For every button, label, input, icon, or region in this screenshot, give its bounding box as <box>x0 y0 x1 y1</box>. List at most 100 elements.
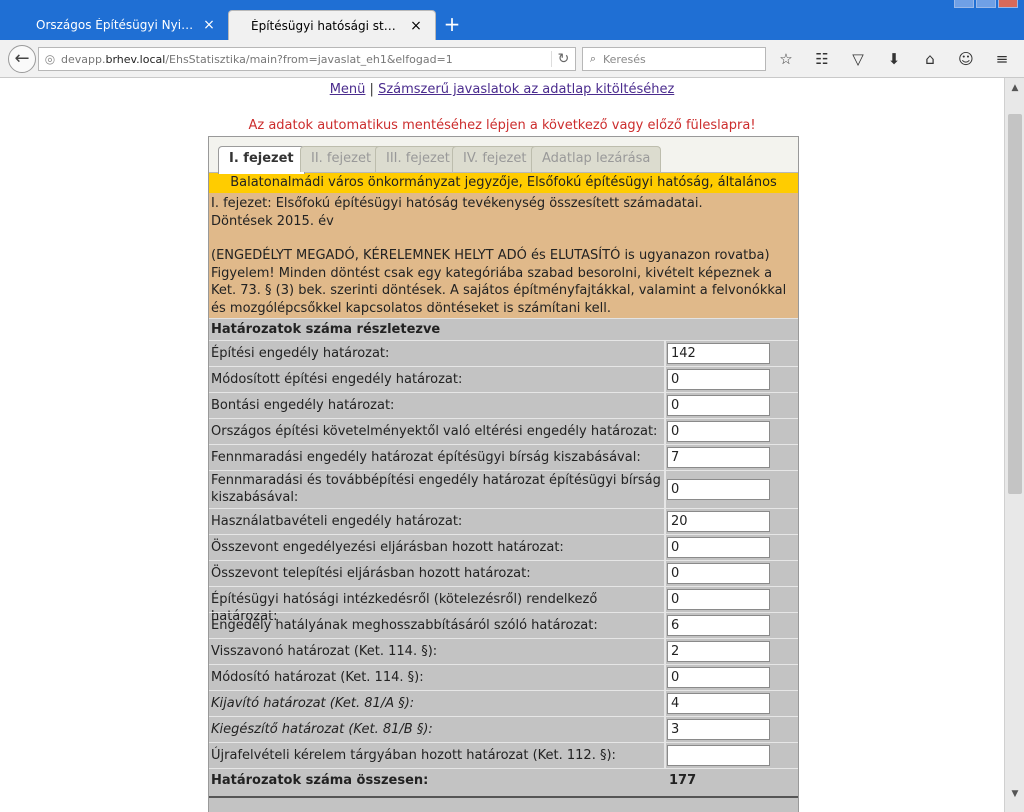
table-row: Bontási engedély határozat: <box>209 392 798 418</box>
hamburger-menu-icon[interactable]: ≡ <box>988 48 1016 70</box>
home-icon[interactable]: ⌂ <box>916 48 944 70</box>
tab-chapter-4[interactable]: IV. fejezet <box>452 146 538 172</box>
tab-chapter-3[interactable]: III. fejezet <box>375 146 461 172</box>
row-label: Visszavonó határozat (Ket. 114. §): <box>211 644 438 659</box>
table-row: Engedély hatályának meghosszabbításáról … <box>209 612 798 638</box>
table-row: Kijavító határozat (Ket. 81/A §): <box>209 690 798 716</box>
description-line: (ENGEDÉLYT MEGADÓ, KÉRELEMNEK HELYT ADÓ … <box>211 248 770 263</box>
count-input[interactable] <box>667 343 770 364</box>
menu-link[interactable]: Menü <box>330 82 366 97</box>
count-input[interactable] <box>667 421 770 442</box>
count-input[interactable] <box>667 511 770 532</box>
url-host: brhev.local <box>105 52 166 66</box>
row-divider <box>664 587 666 612</box>
scroll-up-icon[interactable]: ▲ <box>1007 80 1023 96</box>
count-input[interactable] <box>667 563 770 584</box>
count-input[interactable] <box>667 693 770 714</box>
section-title: Határozatok száma részletezve <box>209 318 798 340</box>
count-input[interactable] <box>667 719 770 740</box>
table-row: Összevont engedélyezési eljárásban hozot… <box>209 534 798 560</box>
url-text[interactable]: devapp.brhev.local/EhsStatisztika/main?f… <box>61 53 551 66</box>
nav-separator: | <box>365 82 379 97</box>
top-navigation: Menü | Számszerű javaslatok az adatlap k… <box>0 82 1004 97</box>
total-row: Határozatok száma összesen: 177 <box>209 768 798 792</box>
address-bar[interactable]: ◎ devapp.brhev.local/EhsStatisztika/main… <box>38 47 576 71</box>
row-divider <box>664 561 666 586</box>
back-button[interactable]: ← <box>8 45 36 73</box>
url-prefix: devapp. <box>61 52 106 66</box>
reading-list-icon[interactable]: ☷ <box>808 48 836 70</box>
row-divider <box>664 509 666 534</box>
scroll-down-icon[interactable]: ▼ <box>1007 786 1023 802</box>
count-input[interactable] <box>667 615 770 636</box>
browser-tab-nyilvantartas[interactable]: Országos Építésügyi Nyilvántartás × <box>14 10 228 40</box>
count-input[interactable] <box>667 479 770 500</box>
row-label: Építési engedély határozat: <box>211 346 390 361</box>
table-row: Újrafelvételi kérelem tárgyában hozott h… <box>209 742 798 768</box>
hints-link[interactable]: Számszerű javaslatok az adatlap kitöltés… <box>378 82 674 97</box>
row-label: Fennmaradási engedély határozat építésüg… <box>211 450 641 465</box>
maximize-icon[interactable] <box>976 0 996 8</box>
url-path: /EhsStatisztika/main?from=javaslat_eh1&e… <box>165 52 453 66</box>
row-divider <box>664 717 666 742</box>
count-input[interactable] <box>667 447 770 468</box>
page-scrollbar[interactable]: ▲ ▼ <box>1004 78 1024 812</box>
row-label: Engedély hatályának meghosszabbításáról … <box>211 618 598 633</box>
row-label: Újrafelvételi kérelem tárgyában hozott h… <box>211 748 616 763</box>
browser-titlebar: Országos Építésügyi Nyilvántartás × Épít… <box>0 0 1024 40</box>
row-label: Országos építési követelményektől való e… <box>211 424 658 439</box>
row-label: Módosított építési engedély határozat: <box>211 372 463 387</box>
table-row: Építésügyi hatósági intézkedésről (kötel… <box>209 586 798 624</box>
row-label: Kijavító határozat (Ket. 81/A §): <box>211 696 415 711</box>
pocket-icon[interactable]: ▽ <box>844 48 872 70</box>
tab-chapter-2[interactable]: II. fejezet <box>300 146 383 172</box>
close-icon[interactable]: × <box>409 18 423 34</box>
reload-icon[interactable]: ↻ <box>551 51 575 67</box>
row-divider <box>664 743 666 768</box>
close-icon[interactable]: × <box>202 17 216 33</box>
row-label: Használatbavételi engedély határozat: <box>211 514 463 529</box>
bookmark-star-icon[interactable]: ☆ <box>772 48 800 70</box>
chapter-tabs: I. fejezet II. fejezet III. fejezet IV. … <box>209 137 798 174</box>
count-input[interactable] <box>667 369 770 390</box>
count-input[interactable] <box>667 641 770 662</box>
count-input[interactable] <box>667 667 770 688</box>
new-tab-button[interactable]: + <box>440 12 464 36</box>
count-input[interactable] <box>667 395 770 416</box>
row-divider <box>664 445 666 470</box>
scroll-thumb[interactable] <box>1008 114 1022 494</box>
description-line: Döntések 2015. év <box>211 213 334 229</box>
browser-tab-statisztika[interactable]: Építésügyi hatósági statisztika (TE... × <box>228 10 436 40</box>
table-row: Visszavonó határozat (Ket. 114. §): <box>209 638 798 664</box>
browser-toolbar: ← ◎ devapp.brhev.local/EhsStatisztika/ma… <box>0 40 1024 78</box>
row-divider <box>664 341 666 366</box>
row-label: Módosító határozat (Ket. 114. §): <box>211 670 424 685</box>
search-input[interactable]: ⌕ Keresés <box>582 47 766 71</box>
page-content: Menü | Számszerű javaslatok az adatlap k… <box>0 78 1004 812</box>
search-icon: ⌕ <box>589 52 597 65</box>
minimize-icon[interactable] <box>954 0 974 8</box>
close-window-icon[interactable] <box>998 0 1018 8</box>
chat-icon[interactable]: ☺ <box>952 48 980 70</box>
count-input[interactable] <box>667 589 770 610</box>
table-row: Fennmaradási és továbbépítési engedély h… <box>209 470 798 508</box>
tab-label: Országos Építésügyi Nyilvántartás <box>36 18 196 32</box>
count-input[interactable] <box>667 745 770 766</box>
authority-header: Balatonalmádi város önkormányzat jegyzőj… <box>209 173 798 193</box>
total-value: 177 <box>669 773 697 788</box>
table-row: Használatbavételi engedély határozat: <box>209 508 798 534</box>
table-row: Kiegészítő határozat (Ket. 81/B §): <box>209 716 798 742</box>
autosave-notice: Az adatok automatikus mentéséhez lépjen … <box>248 118 756 133</box>
count-input[interactable] <box>667 537 770 558</box>
tab-label: Építésügyi hatósági statisztika (TE... <box>251 18 403 33</box>
table-row: Országos építési követelményektől való e… <box>209 418 798 444</box>
description-warning: Figyelem! Minden döntést csak egy kategó… <box>211 265 787 316</box>
description-line: I. fejezet: Elsőfokú építésügyi hatóság … <box>211 196 703 211</box>
row-divider <box>664 535 666 560</box>
tab-chapter-1[interactable]: I. fejezet <box>218 146 305 174</box>
tab-close-form[interactable]: Adatlap lezárása <box>531 146 662 172</box>
row-divider <box>664 419 666 444</box>
window-controls <box>954 0 1018 8</box>
download-icon[interactable]: ⬇ <box>880 48 908 70</box>
